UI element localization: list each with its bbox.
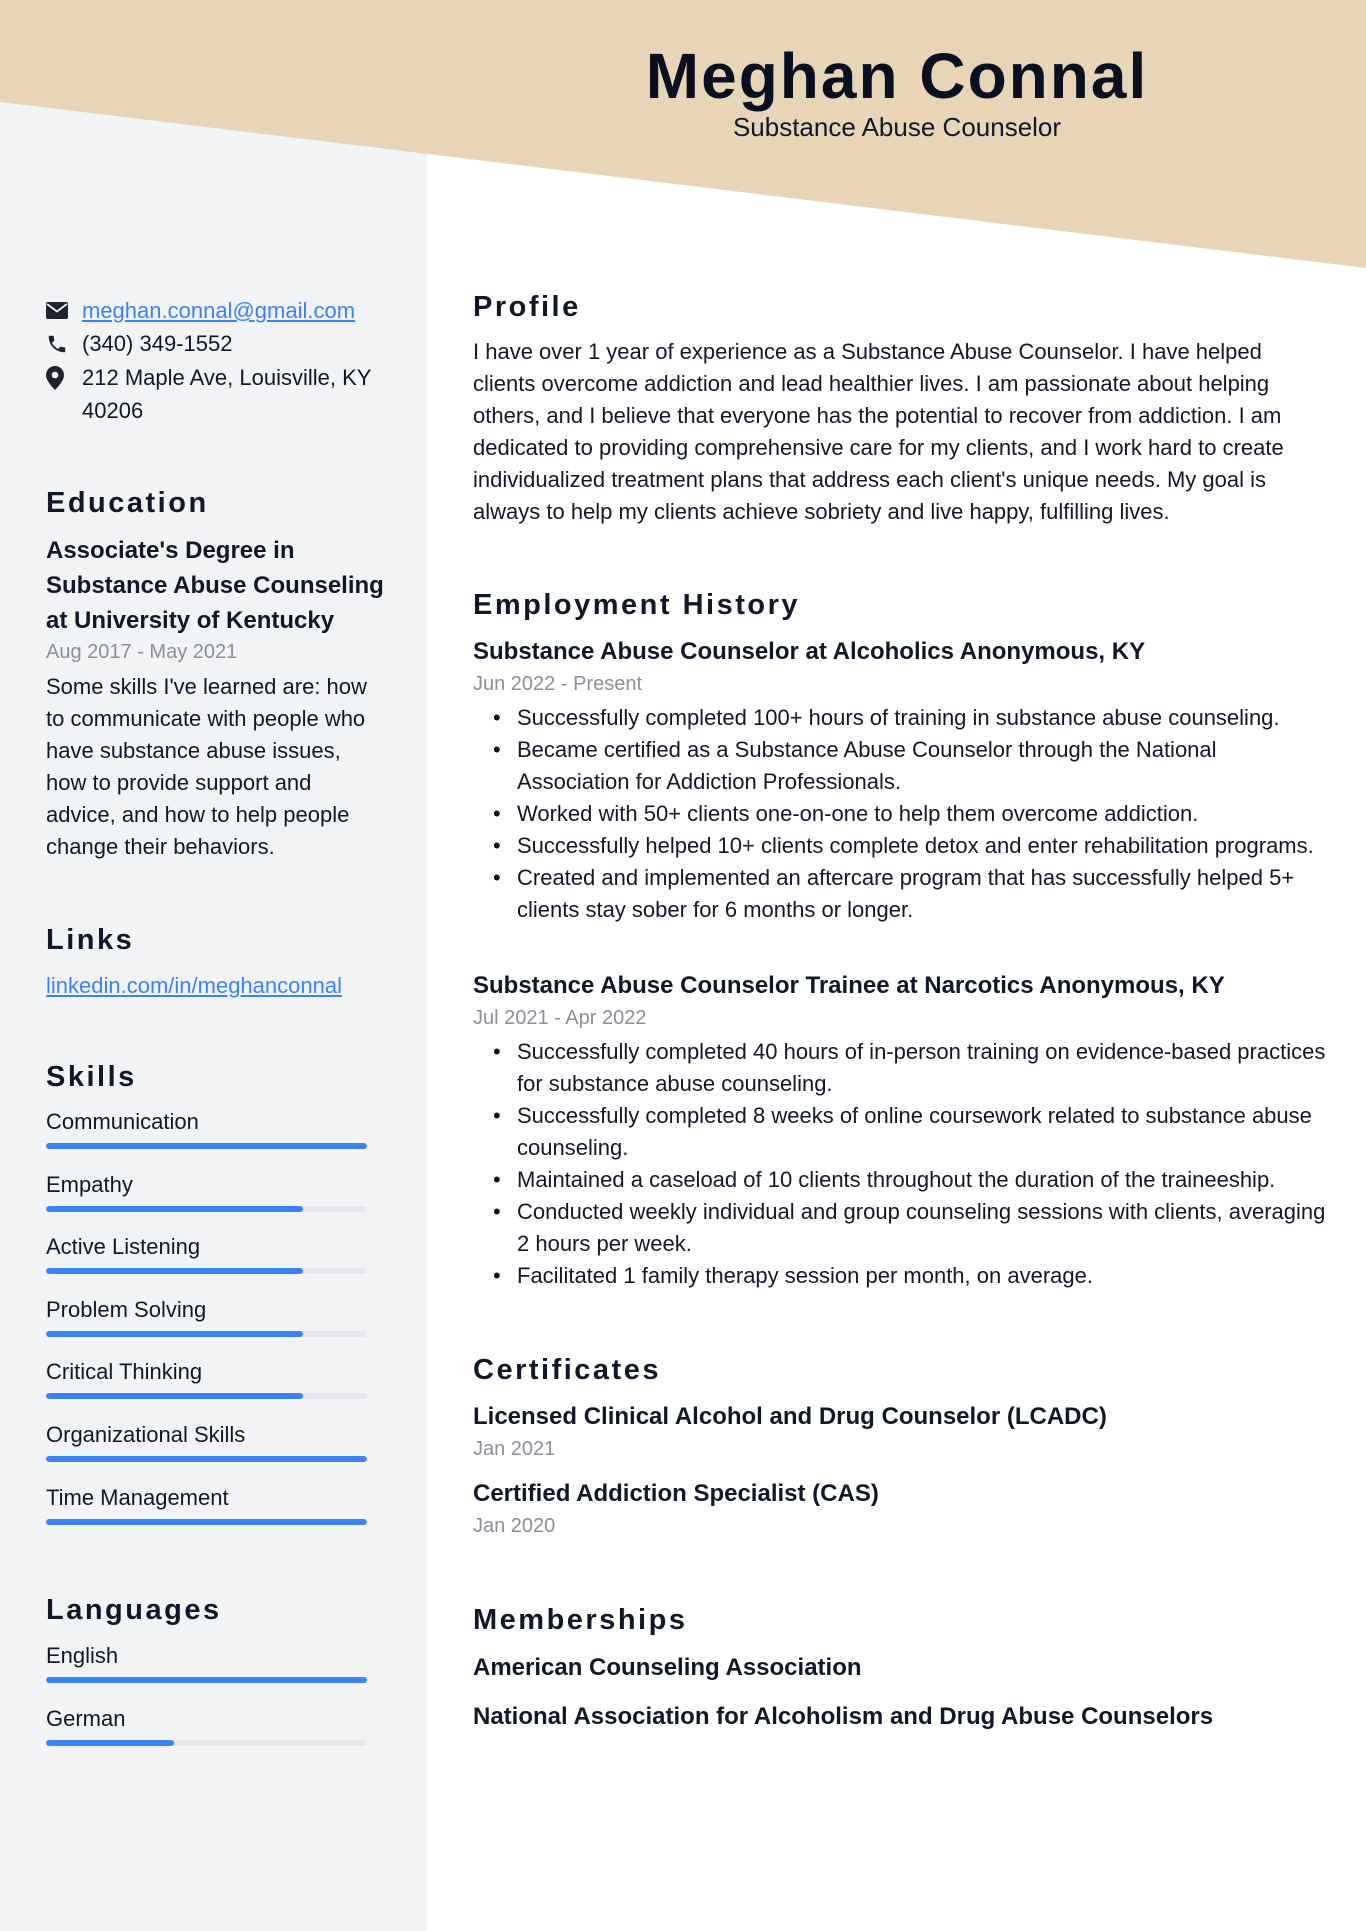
skills-heading: Skills bbox=[46, 1061, 137, 1093]
job-bullet: Facilitated 1 family therapy session per… bbox=[473, 1260, 1333, 1292]
job-dates: Jun 2022 - Present bbox=[473, 673, 642, 695]
certificate-date: Jan 2020 bbox=[473, 1515, 556, 1537]
skill-level-bar bbox=[46, 1518, 367, 1525]
job-bullets: Successfully completed 100+ hours of tra… bbox=[473, 702, 1333, 926]
skill-label: Active Listening bbox=[46, 1234, 201, 1260]
certificates-heading: Certificates bbox=[473, 1354, 661, 1386]
membership-item: National Association for Alcoholism and … bbox=[473, 1703, 1214, 1730]
job-title: Substance Abuse Counselor Trainee at Nar… bbox=[473, 972, 1225, 999]
language-level-bar bbox=[46, 1739, 367, 1746]
map-pin-icon bbox=[46, 361, 82, 394]
skill-level-bar bbox=[46, 1330, 367, 1337]
candidate-name: Meghan Connal bbox=[645, 40, 1149, 112]
linkedin-link[interactable]: linkedin.com/in/meghanconnal bbox=[46, 971, 342, 1001]
education-description: Some skills I've learned are: how to com… bbox=[46, 674, 367, 859]
language-level-fill bbox=[46, 1677, 367, 1683]
skill-level-bar bbox=[46, 1143, 367, 1149]
phone-number: (340) 349-1552 bbox=[82, 331, 233, 356]
job-bullet: Conducted weekly individual and group co… bbox=[473, 1196, 1333, 1260]
language-level-fill bbox=[46, 1739, 175, 1746]
skill-level-fill bbox=[46, 1268, 303, 1275]
skill-level-fill bbox=[46, 1330, 303, 1337]
skill-label: Communication bbox=[46, 1109, 199, 1134]
skill-label: Time Management bbox=[46, 1484, 229, 1510]
skill-level-fill bbox=[46, 1143, 367, 1149]
education-degree: Associate's Degree in Substance Abuse Co… bbox=[46, 537, 384, 634]
job-bullet: Maintained a caseload of 10 clients thro… bbox=[473, 1164, 1333, 1196]
language-label: English bbox=[46, 1643, 119, 1668]
skill-level-fill bbox=[46, 1518, 367, 1525]
envelope-icon bbox=[46, 294, 82, 327]
skill-label: Critical Thinking bbox=[46, 1359, 203, 1385]
job-bullet: Successfully completed 8 weeks of online… bbox=[473, 1100, 1333, 1164]
job-bullets: Successfully completed 40 hours of in-pe… bbox=[473, 1036, 1333, 1292]
languages-heading: Languages bbox=[46, 1594, 222, 1626]
profile-text: I have over 1 year of experience as a Su… bbox=[473, 339, 1284, 524]
skill-level-fill bbox=[46, 1393, 303, 1400]
education-heading: Education bbox=[46, 487, 209, 519]
contact-email-row: meghan.connal@gmail.com bbox=[46, 294, 386, 327]
skill-level-bar bbox=[46, 1456, 367, 1462]
memberships-heading: Memberships bbox=[473, 1604, 688, 1636]
job-bullet: Created and implemented an aftercare pro… bbox=[473, 862, 1333, 926]
phone-icon bbox=[46, 327, 82, 360]
employment-heading: Employment History bbox=[473, 589, 800, 621]
profile-heading: Profile bbox=[473, 291, 581, 323]
skill-label: Problem Solving bbox=[46, 1296, 207, 1322]
membership-item: American Counseling Association bbox=[473, 1654, 862, 1681]
job-title: Substance Abuse Counselor at Alcoholics … bbox=[473, 638, 1146, 665]
candidate-job-title: Substance Abuse Counselor bbox=[732, 112, 1062, 142]
job-bullet: Became certified as a Substance Abuse Co… bbox=[473, 734, 1333, 798]
skill-label: Organizational Skills bbox=[46, 1422, 246, 1447]
address: 212 Maple Ave, Louisville, KY 40206 bbox=[82, 365, 372, 423]
job-bullet: Worked with 50+ clients one-on-one to he… bbox=[473, 798, 1333, 830]
skill-level-fill bbox=[46, 1205, 303, 1212]
contact-address-row: 212 Maple Ave, Louisville, KY 40206 bbox=[46, 361, 386, 427]
skill-level-bar bbox=[46, 1393, 367, 1400]
skill-level-bar bbox=[46, 1268, 367, 1275]
education-dates: Aug 2017 - May 2021 bbox=[46, 641, 238, 663]
contact-phone-row: (340) 349-1552 bbox=[46, 327, 386, 360]
certificate-date: Jan 2021 bbox=[473, 1438, 556, 1460]
email-link[interactable]: meghan.connal@gmail.com bbox=[82, 294, 355, 327]
links-heading: Links bbox=[46, 924, 135, 956]
skill-level-fill bbox=[46, 1456, 367, 1462]
certificate-title: Licensed Clinical Alcohol and Drug Couns… bbox=[473, 1403, 1107, 1430]
skill-label: Empathy bbox=[46, 1171, 133, 1197]
certificate-title: Certified Addiction Specialist (CAS) bbox=[473, 1480, 879, 1507]
job-bullet: Successfully helped 10+ clients complete… bbox=[473, 830, 1333, 862]
job-bullet: Successfully completed 100+ hours of tra… bbox=[473, 702, 1333, 734]
job-bullet: Successfully completed 40 hours of in-pe… bbox=[473, 1036, 1333, 1100]
language-label: German bbox=[46, 1705, 126, 1731]
skill-level-bar bbox=[46, 1205, 367, 1212]
job-dates: Jul 2021 - Apr 2022 bbox=[473, 1007, 647, 1029]
language-level-bar bbox=[46, 1677, 367, 1683]
